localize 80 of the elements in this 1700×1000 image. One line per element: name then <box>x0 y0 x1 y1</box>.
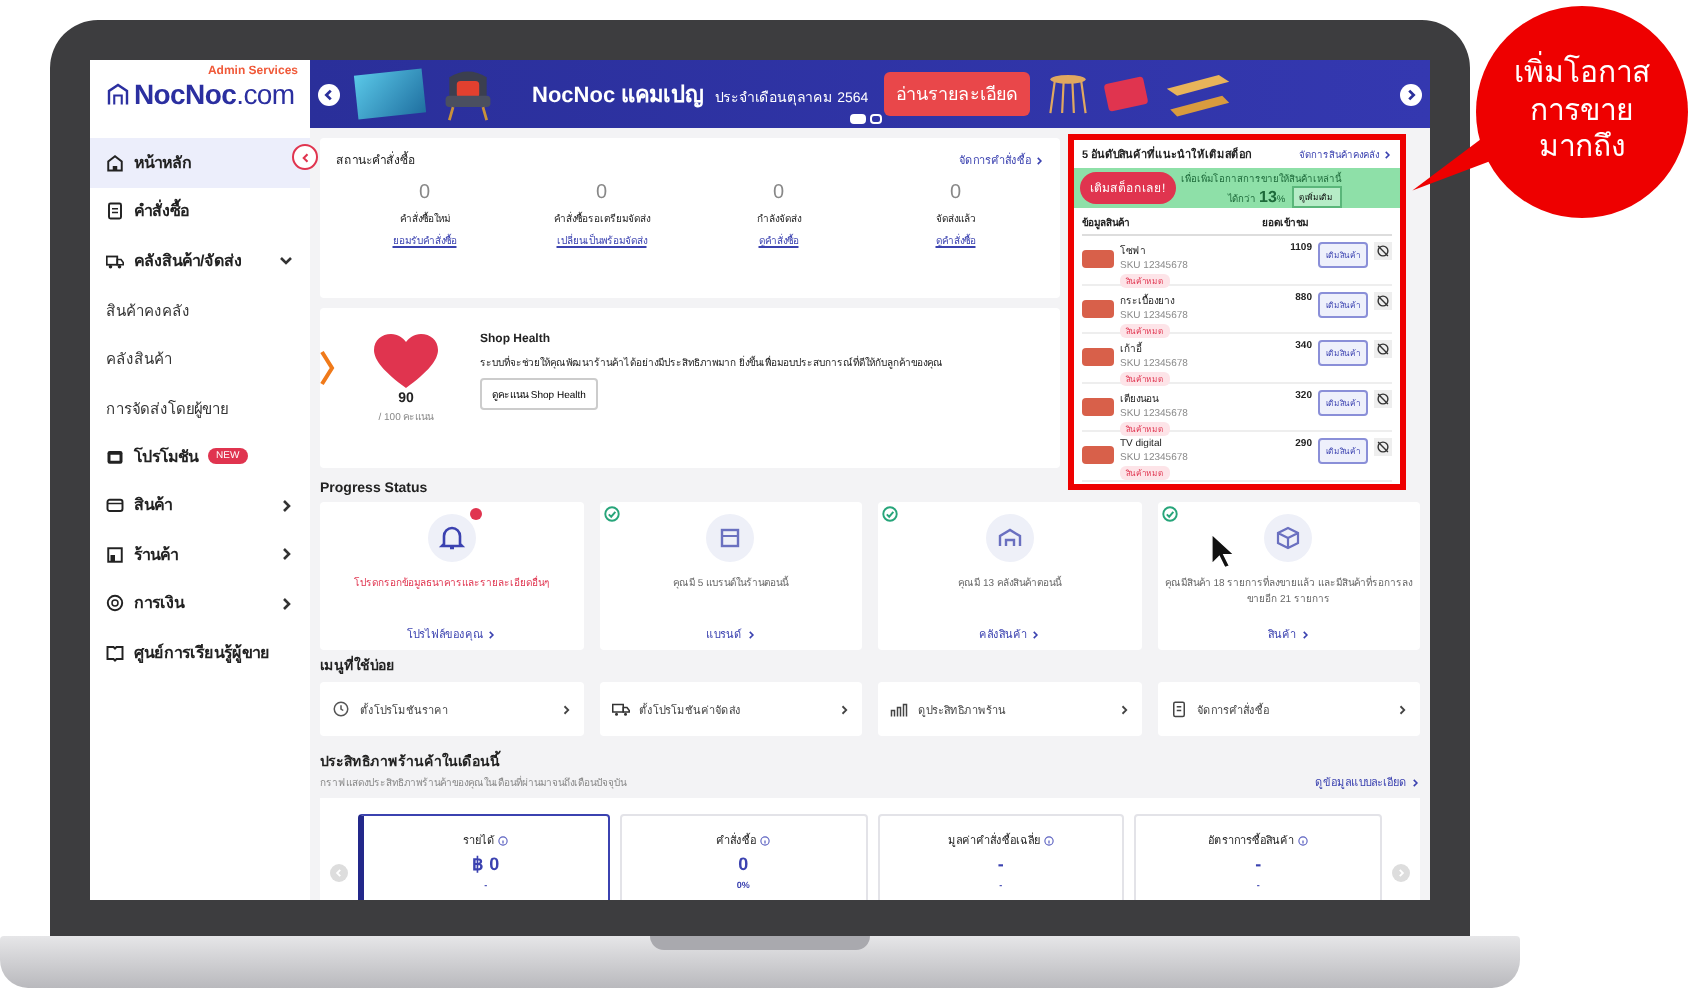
chevron-icon <box>745 630 756 641</box>
chevron-icon <box>1030 630 1041 641</box>
blocked-icon <box>1376 342 1390 356</box>
coin-icon <box>106 594 124 613</box>
book-icon <box>106 643 124 662</box>
chevron-icon <box>1410 778 1420 789</box>
info-icon <box>1043 835 1054 845</box>
banner-title: NocNoc แคมเปญ <box>532 82 704 112</box>
blocked-icon <box>1376 391 1390 405</box>
price-tag-drawing <box>1103 76 1149 112</box>
product-thumbnail <box>1082 397 1114 415</box>
chevron-icon <box>486 630 497 641</box>
metric-value: 0 <box>738 854 749 874</box>
clock-icon <box>332 700 350 718</box>
tv-drawing <box>353 68 427 120</box>
chevron-icon <box>838 703 850 715</box>
chevron-left-icon <box>334 868 344 878</box>
metric-value: ฿ 0 <box>472 854 500 874</box>
read-details-button[interactable]: อ่านรายละเอียด <box>884 72 1031 116</box>
mouse-cursor-icon <box>1210 532 1236 570</box>
truck-icon <box>611 700 629 718</box>
chevron-right-icon <box>1396 868 1406 878</box>
bell-icon <box>427 514 476 562</box>
warehouse-icon <box>985 514 1034 562</box>
clipboard-icon <box>1169 700 1187 718</box>
chevron-icon <box>1396 703 1408 715</box>
sidebar-item[interactable]: การเงิน <box>90 579 310 628</box>
slide-indicator[interactable] <box>850 114 866 124</box>
callout-bubble: เพิ่มโอกาส การขาย มากถึง <box>1476 6 1688 218</box>
sidebar-item[interactable]: ร้านค้า <box>90 530 310 579</box>
metric-value: - <box>997 854 1004 874</box>
product-thumbnail <box>1082 299 1114 317</box>
hide-product-button[interactable] <box>1374 242 1392 260</box>
blocked-icon <box>1376 293 1390 307</box>
chevron-icon <box>1117 703 1129 715</box>
chart-icon <box>890 700 908 718</box>
chevron-left-icon <box>322 87 336 101</box>
hide-product-button[interactable] <box>1374 438 1392 456</box>
hide-product-button[interactable] <box>1374 291 1392 309</box>
previous-slide-button[interactable] <box>318 83 340 105</box>
store-icon <box>706 514 755 562</box>
brand-logo: NocNoc.com <box>134 78 295 110</box>
product-thumbnail <box>1082 348 1114 366</box>
product-thumbnail <box>1082 250 1114 268</box>
truck-icon <box>106 251 124 270</box>
chevron-icon <box>1382 150 1392 161</box>
stat-value: 0 <box>418 182 431 204</box>
next-slide-button[interactable] <box>1400 83 1422 105</box>
armchair-drawing <box>440 66 496 122</box>
sidebar-item[interactable]: หน้าหลัก <box>90 138 310 187</box>
stat-value: 0 <box>949 182 962 204</box>
info-icon <box>1298 835 1309 845</box>
sidebar-item[interactable]: คลังสินค้า/จัดส่ง <box>90 236 310 285</box>
stat-value: 0 <box>595 182 608 204</box>
heart-icon <box>374 333 438 389</box>
sidebar-item[interactable]: สินค้า <box>90 481 310 530</box>
hide-product-button[interactable] <box>1374 389 1392 407</box>
house-logo-icon <box>106 82 130 106</box>
chevron-icon <box>1034 156 1044 167</box>
slide-indicator[interactable] <box>870 114 882 124</box>
chevron-icon <box>320 348 336 388</box>
chevron-icon <box>1299 630 1310 641</box>
chevron-icon <box>559 703 571 715</box>
chevron-right-icon <box>1404 87 1418 101</box>
blocked-icon <box>1376 244 1390 258</box>
document-icon <box>106 202 124 221</box>
sidebar-item[interactable]: ศูนย์การเรียนรู้ผู้ขาย <box>90 628 310 677</box>
product-thumbnail <box>1082 446 1114 464</box>
chevron-left-icon <box>299 151 311 163</box>
stat-value: 0 <box>772 182 785 204</box>
collapse-sidebar-button[interactable] <box>292 144 318 170</box>
info-icon <box>498 835 509 845</box>
info-icon <box>760 835 771 845</box>
home-icon <box>106 153 124 172</box>
stool-drawing <box>1046 70 1091 118</box>
store-icon <box>106 545 124 564</box>
blocked-icon <box>1376 440 1390 454</box>
metric-value: - <box>1255 854 1262 874</box>
sidebar-item[interactable]: คำสั่งซื้อ <box>90 187 310 236</box>
hide-product-button[interactable] <box>1374 340 1392 358</box>
